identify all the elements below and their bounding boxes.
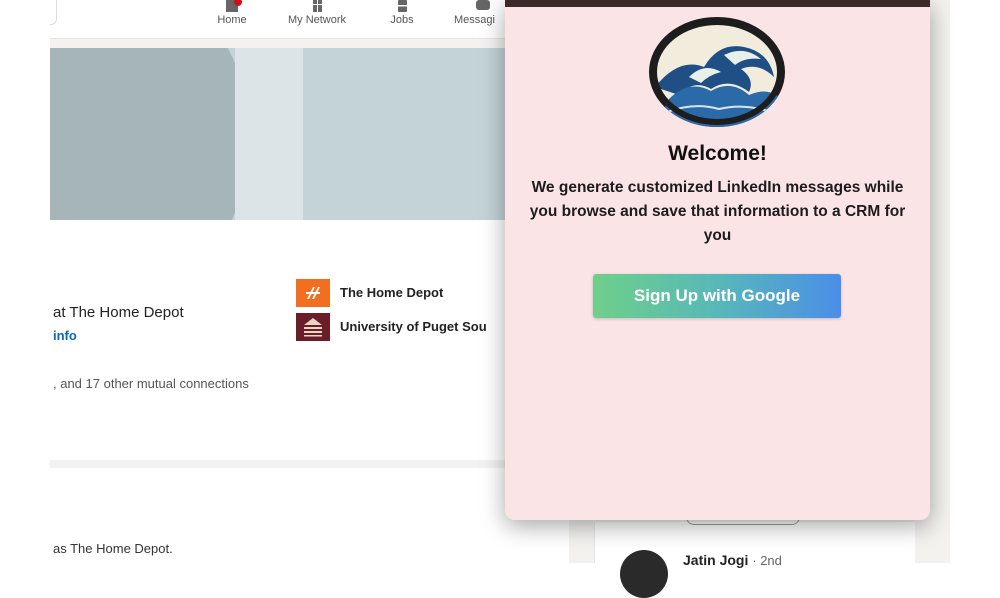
home-icon <box>226 0 242 12</box>
university-logo-icon <box>296 313 330 341</box>
nav-label-jobs: Jobs <box>390 14 414 26</box>
nav-item-messaging[interactable]: Messagi <box>454 0 505 34</box>
person-avatar[interactable] <box>620 550 668 598</box>
about-section: as The Home Depot. <box>50 468 569 563</box>
search-box-edge[interactable] <box>50 0 57 25</box>
profile-cover-image <box>50 48 569 220</box>
nav-label-home: Home <box>217 14 247 26</box>
contact-info-link[interactable]: info <box>53 328 77 343</box>
org-name-home-depot: The Home Depot <box>340 285 444 300</box>
top-nav <box>50 0 505 39</box>
profile-card: at The Home Depot info , and 17 other mu… <box>50 48 569 460</box>
profile-headline: at The Home Depot <box>53 304 184 321</box>
home-depot-logo-icon <box>296 279 330 307</box>
popup-top-bar <box>505 0 930 7</box>
mutual-connections[interactable]: , and 17 other mutual connections <box>53 376 249 391</box>
person-name[interactable]: Jatin Jogi · 2nd <box>683 552 782 568</box>
right-gutter <box>950 0 1000 563</box>
wave-logo-icon <box>649 17 785 127</box>
popup-description: We generate customized LinkedIn messages… <box>529 179 906 244</box>
nav-item-home[interactable]: Home <box>212 0 252 34</box>
about-text: as The Home Depot. <box>53 541 173 556</box>
nav-label-messaging: Messagi <box>454 14 495 26</box>
cover-stripe-shape <box>235 48 303 220</box>
extension-popup: Welcome! We generate customized LinkedIn… <box>505 0 930 520</box>
nav-label-my-network: My Network <box>287 14 347 26</box>
message-icon <box>476 0 490 10</box>
person-degree: · 2nd <box>752 553 782 568</box>
briefcase-icon <box>398 0 407 12</box>
popup-title: Welcome! <box>668 142 767 165</box>
cover-arc-shape <box>50 48 250 220</box>
people-icon <box>313 0 322 12</box>
nav-item-my-network[interactable]: My Network <box>280 0 354 34</box>
org-name-university: University of Puget Sou <box>340 319 487 334</box>
nav-item-jobs[interactable]: Jobs <box>384 0 420 34</box>
sign-up-with-google-button[interactable]: Sign Up with Google <box>593 274 841 318</box>
left-gutter <box>0 0 50 563</box>
person-name-text: Jatin Jogi <box>683 552 749 568</box>
